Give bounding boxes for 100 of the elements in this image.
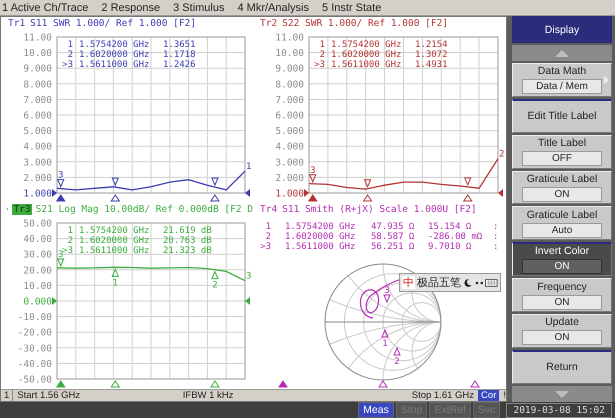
trace-badge[interactable]: Tr4 xyxy=(259,204,278,214)
axis-label: 5.000 xyxy=(275,126,304,138)
softkey-button[interactable]: Title Label OFF xyxy=(512,135,612,169)
softkey-value: ON xyxy=(522,186,602,202)
softkey-value: Auto xyxy=(522,222,602,238)
marker-label: 1 xyxy=(382,339,388,349)
menu-item[interactable]: 5 Instr State xyxy=(322,2,382,14)
softkey-button[interactable]: Graticule Label ON xyxy=(512,170,612,204)
marker-icon xyxy=(57,179,65,188)
marker-frequency: 1.6020000 GHz xyxy=(79,50,150,60)
marker-value: 20.763 dB xyxy=(163,236,212,246)
axis-label: 1.000 xyxy=(23,188,52,200)
marker-value: 47.935 Ω xyxy=(371,222,414,232)
submenu-arrow-icon xyxy=(604,76,609,84)
axis-label: 10.00 xyxy=(23,48,52,60)
softkey-value: ON xyxy=(522,294,602,310)
trace-badge[interactable]: Tr2 xyxy=(259,18,278,28)
softkey-value: Data / Mem xyxy=(522,79,602,94)
axis-label: 9.000 xyxy=(275,64,304,75)
reference-level-icon xyxy=(304,189,309,197)
axis-label: 10.00 xyxy=(23,280,52,292)
softkey-button[interactable]: Invert Color ON xyxy=(512,242,612,276)
marker-value: 1.2154 xyxy=(415,40,448,50)
menu-item[interactable]: 4 Mkr/Analysis xyxy=(237,2,310,14)
axis-label: 5.000 xyxy=(23,126,52,138)
stop-frequency: Stop 1.61 GHz xyxy=(412,390,474,401)
marker-value: 1.4931 xyxy=(415,60,448,70)
moon-icon[interactable] xyxy=(463,278,473,288)
axis-label: 4.000 xyxy=(275,142,304,153)
trace-title: S22 SWR 1.000/ Ref 1.000 [F2] xyxy=(282,18,448,28)
softkey-button[interactable]: Edit Title Label xyxy=(512,98,612,134)
if-bandwidth: IFBW 1 kHz xyxy=(182,390,234,401)
marker-label: 2 xyxy=(394,357,400,367)
softkey-value: ON xyxy=(522,330,602,346)
marker-icon xyxy=(57,258,65,268)
marker-value: 1.2426 xyxy=(163,60,196,70)
axis-label: -30.00 xyxy=(18,343,52,354)
marker-icon xyxy=(383,294,391,304)
marker-value: 56.251 Ω xyxy=(371,242,414,252)
axis-label: -10.00 xyxy=(18,312,52,324)
axis-label: 30.00 xyxy=(23,250,52,261)
axis-label: 8.000 xyxy=(23,79,52,90)
axis-label: 6.000 xyxy=(275,110,304,122)
trace-title: S21 Log Mag 10.00dB/ Ref 0.000dB [F2 D xyxy=(36,204,253,214)
axis-label: -50.00 xyxy=(18,374,52,386)
input-mode-button[interactable]: 中 xyxy=(402,276,415,289)
axis-label: 40.00 xyxy=(23,234,52,246)
axis-label: 11.00 xyxy=(275,32,304,44)
marker-label: 1 xyxy=(112,278,118,288)
status-indicator: Meas xyxy=(358,402,394,418)
reference-level-icon xyxy=(52,189,57,197)
marker-frequency: 1.6020000 GHz xyxy=(331,50,402,60)
softkey-button[interactable]: Data Math Data / Mem xyxy=(512,63,612,97)
marker-icon xyxy=(112,268,120,277)
marker-icon xyxy=(393,346,401,356)
softkey-button[interactable]: Graticule Label Auto xyxy=(512,206,612,240)
reference-level-icon xyxy=(52,297,57,305)
marker-frequency: 1.5611000 GHz xyxy=(79,60,150,70)
marker-icon xyxy=(309,174,317,184)
trace-label: 2 xyxy=(499,150,504,160)
marker-label: 3 xyxy=(384,286,390,296)
axis-label: 2.000 xyxy=(275,172,304,184)
trace-badge[interactable]: Tr3 xyxy=(12,204,32,214)
marker-icon xyxy=(381,328,389,338)
menu-item[interactable]: 3 Stimulus xyxy=(173,2,224,14)
channel-number: 1 xyxy=(1,390,14,401)
axis-label: 4.000 xyxy=(23,142,52,153)
marker-icon xyxy=(364,179,372,188)
start-frequency: Start 1.56 GHz xyxy=(17,390,80,401)
axis-label: 7.000 xyxy=(23,94,52,106)
marker-icon xyxy=(464,177,472,186)
trace-title: S11 Smith (R+jX) Scale 1.000U [F2] xyxy=(282,204,477,214)
marker-number: >3 xyxy=(314,60,325,70)
marker-separator: : xyxy=(493,242,498,252)
marker-value: 1.3651 xyxy=(163,40,196,50)
keyboard-icon[interactable] xyxy=(485,278,498,288)
menu-item[interactable]: 1 Active Ch/Trace xyxy=(2,2,88,14)
marker-frequency: 1.6020000 GHz xyxy=(79,236,150,246)
marker-frequency: 1.5754200 GHz xyxy=(285,222,356,232)
reference-level-icon xyxy=(498,189,503,197)
trace-label: 1 xyxy=(246,162,252,172)
axis-label: 20.00 xyxy=(23,265,52,276)
axis-label: 0.000 xyxy=(23,296,52,308)
marker-value: 15.154 Ω xyxy=(428,222,472,232)
marker-label: 3 xyxy=(58,170,64,181)
marker-label: 3 xyxy=(310,166,316,176)
marker-number: 1 xyxy=(68,226,73,236)
marker-value: 9.7010 Ω xyxy=(428,242,472,252)
axis-label: 11.00 xyxy=(23,32,52,44)
menu-item[interactable]: 2 Response xyxy=(101,2,160,14)
trace-badge[interactable]: Tr1 xyxy=(7,18,26,28)
marker-label: 2 xyxy=(212,280,218,291)
marker-frequency: 1.5611000 GHz xyxy=(331,60,402,70)
softkey-button[interactable]: Return xyxy=(512,350,612,384)
marker-value: 21.323 dB xyxy=(163,246,212,256)
softkey-button[interactable]: Update ON xyxy=(512,314,612,348)
marker-label: 3 xyxy=(58,250,64,260)
softkey-button[interactable]: Frequency ON xyxy=(512,278,612,312)
reference-level-icon xyxy=(245,189,250,197)
marker-value: 21.619 dB xyxy=(163,226,212,236)
